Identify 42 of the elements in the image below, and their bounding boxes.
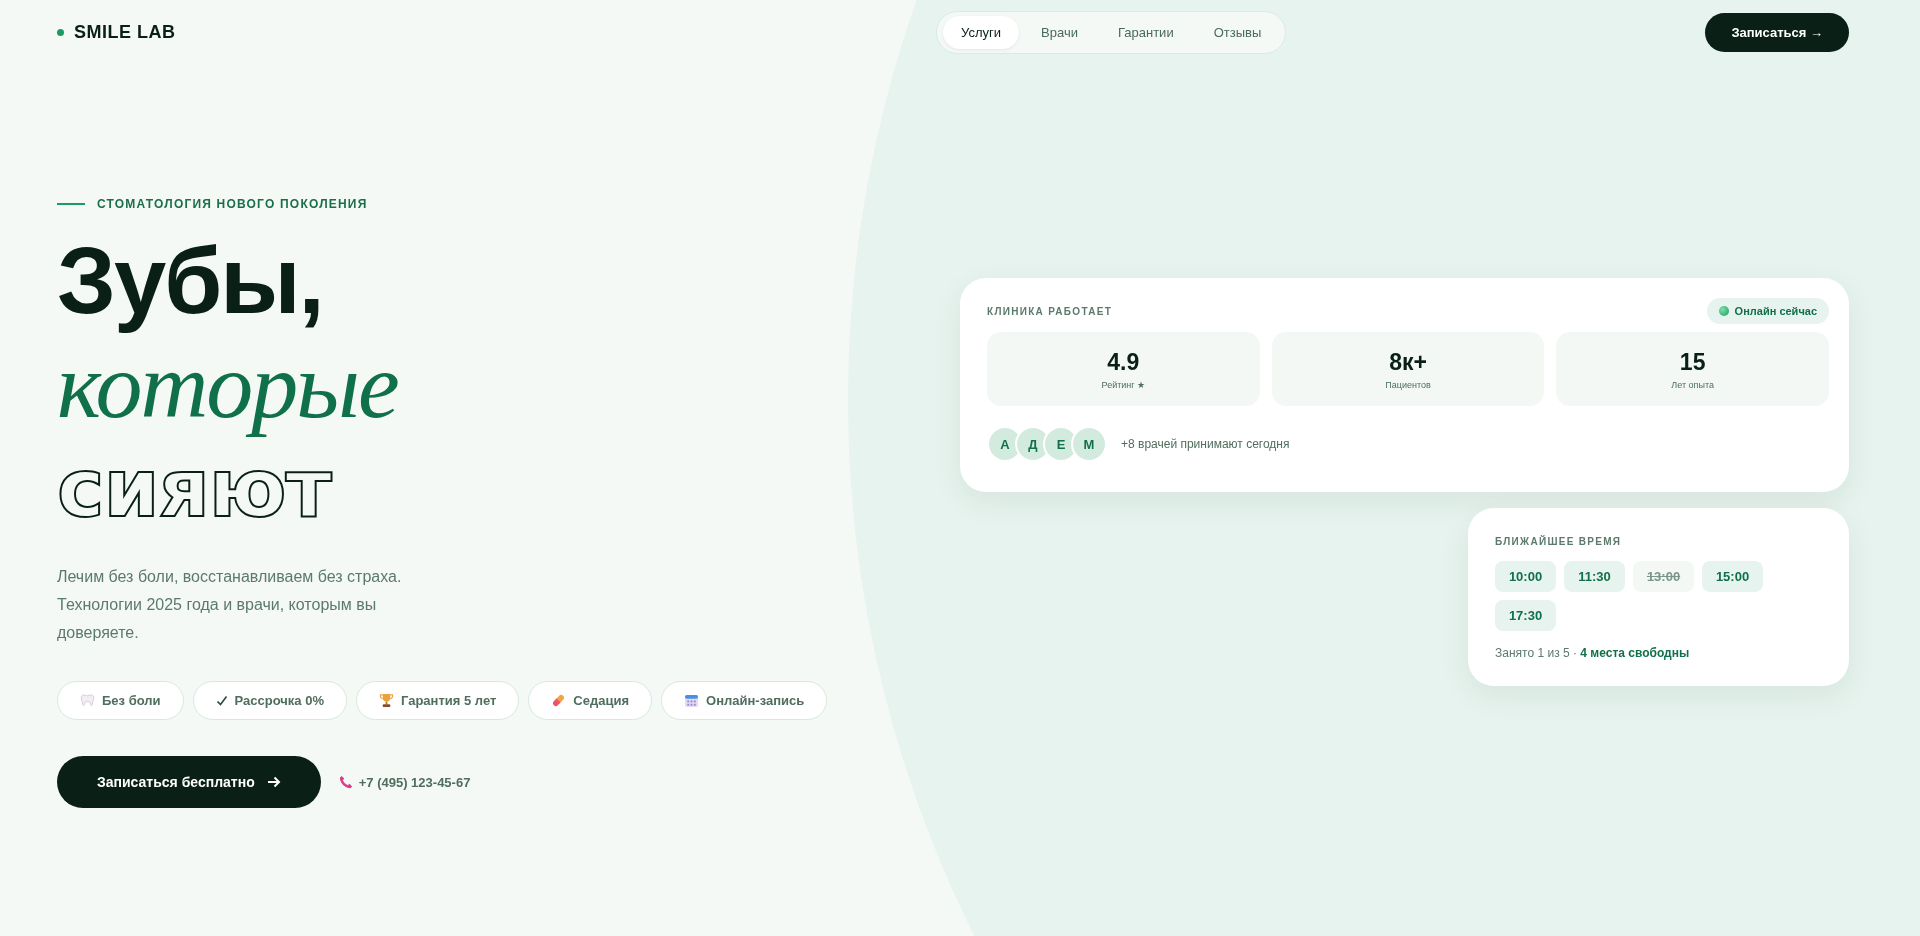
chip-label: Седация xyxy=(573,693,630,708)
stat-label: Лет опыта xyxy=(1671,379,1714,390)
chip-label: Рассрочка 0% xyxy=(234,693,324,708)
signup-button[interactable]: Записаться → xyxy=(1705,12,1849,52)
availability-note: Занято 1 из 5 · 4 места свободны xyxy=(1495,646,1691,660)
time-slot[interactable]: 11:30 xyxy=(1564,561,1625,592)
lead-paragraph: Лечим без боли, восстанавливаем без страха. Технологии 2025 года и врачи, которым вы доверяете. xyxy=(57,567,403,643)
stat-label: Рейтинг ★ xyxy=(1101,379,1146,390)
checkmark-icon xyxy=(215,694,228,707)
stat-value: 4.9 xyxy=(1107,348,1140,376)
logo-text: SMILE LAB xyxy=(74,21,176,43)
time-slot[interactable]: 10:00 xyxy=(1495,561,1556,592)
stat-value: 15 xyxy=(1679,348,1706,376)
time-slot[interactable]: 17:30 xyxy=(1495,600,1556,631)
nav-tab[interactable]: Отзывы xyxy=(1195,15,1280,49)
doctor-avatar: М xyxy=(1071,426,1107,462)
logo-dot-icon xyxy=(57,28,64,36)
chip-label: Гарантия 5 лет xyxy=(401,693,497,708)
online-badge: Онлайн сейчас xyxy=(1706,298,1829,324)
time-slot[interactable]: 13:00 xyxy=(1633,561,1694,592)
headline-text: которые xyxy=(57,333,399,439)
tooth-icon xyxy=(80,693,95,708)
card-title: КЛИНИКА РАБОТАЕТ xyxy=(987,305,1113,317)
nav-tab[interactable]: Врачи xyxy=(1023,15,1096,49)
arrow-right-icon xyxy=(266,775,281,789)
pill-icon xyxy=(551,693,567,708)
stat-label: Пациентов xyxy=(1385,379,1431,390)
phone-link[interactable]: +7 (495) 123-45-67 xyxy=(358,774,471,790)
chip-label: Онлайн-запись xyxy=(706,693,805,708)
chip-label: Без боли xyxy=(102,693,161,708)
nav-tab[interactable]: Услуги xyxy=(943,15,1020,49)
doctors-note: +8 врачей принимают сегодня xyxy=(1121,437,1290,451)
signup-free-button[interactable]: Записаться бесплатно xyxy=(57,756,321,808)
calendar-icon xyxy=(684,693,700,708)
card-title: БЛИЖАЙШЕЕ ВРЕМЯ xyxy=(1495,536,1623,547)
trophy-icon xyxy=(379,693,394,708)
headline-text: сияют xyxy=(57,441,331,537)
eyebrow-text: СТОМАТОЛОГИЯ НОВОГО ПОКОЛЕНИЯ xyxy=(97,197,368,211)
phone-icon xyxy=(338,775,353,789)
stat-value: 8к+ xyxy=(1389,348,1427,376)
time-slot[interactable]: 15:00 xyxy=(1702,561,1763,592)
nav-tab[interactable]: Гарантии xyxy=(1100,15,1192,49)
